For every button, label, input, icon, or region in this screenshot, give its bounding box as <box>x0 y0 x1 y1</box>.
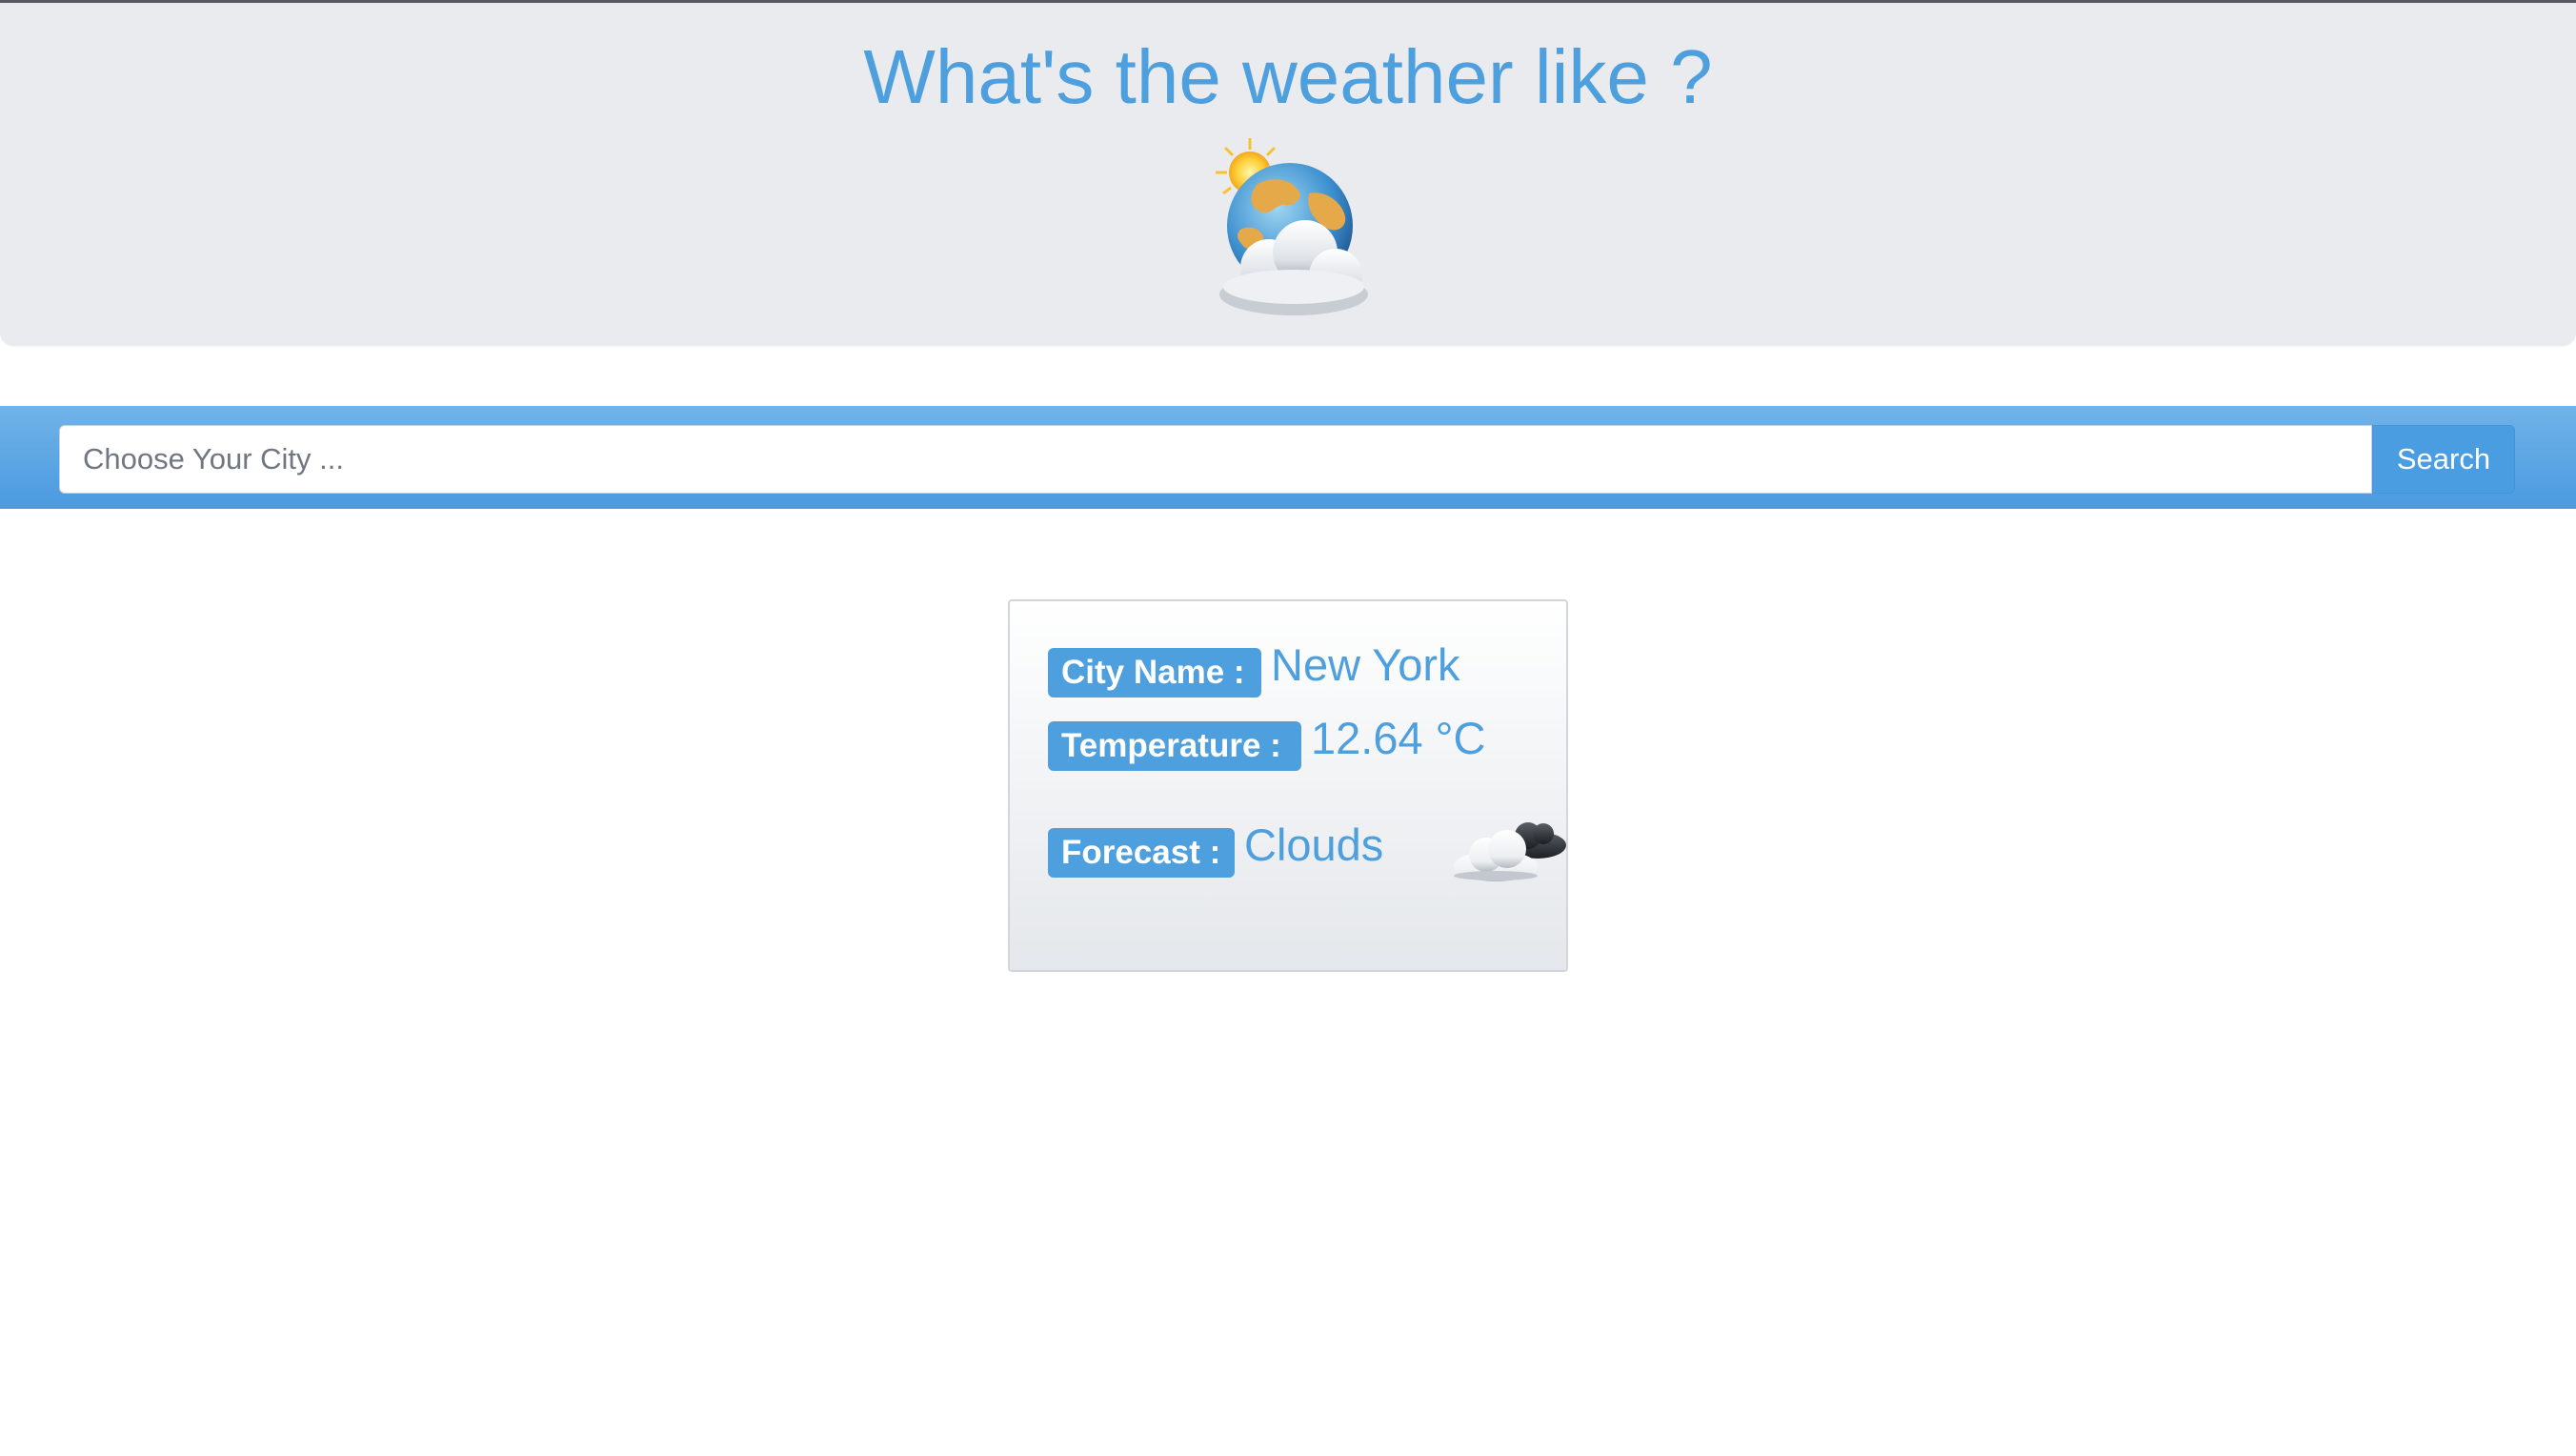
page-title: What's the weather like ? <box>863 34 1713 119</box>
search-bar: Search <box>0 406 2576 509</box>
weather-app-page: What's the weather like ? Choose Your Ci… <box>0 0 2576 1456</box>
globe-sun-clouds-icon <box>1202 134 1374 325</box>
city-search-input[interactable] <box>59 425 2372 494</box>
forecast-badge: Forecast : <box>1048 828 1235 878</box>
header-jumbotron: What's the weather like ? <box>0 3 2576 346</box>
weather-result-card: City Name : New York Temperature : 12.64… <box>1008 599 1568 972</box>
city-name-value: New York <box>1271 639 1460 690</box>
city-name-badge: City Name : <box>1048 648 1261 698</box>
search-button[interactable]: Search <box>2372 425 2515 494</box>
temperature-badge: Temperature : <box>1048 721 1301 771</box>
clouds-icon <box>1448 811 1572 887</box>
forecast-value: Clouds <box>1244 819 1384 870</box>
temperature-value: 12.64 °C <box>1311 713 1486 763</box>
